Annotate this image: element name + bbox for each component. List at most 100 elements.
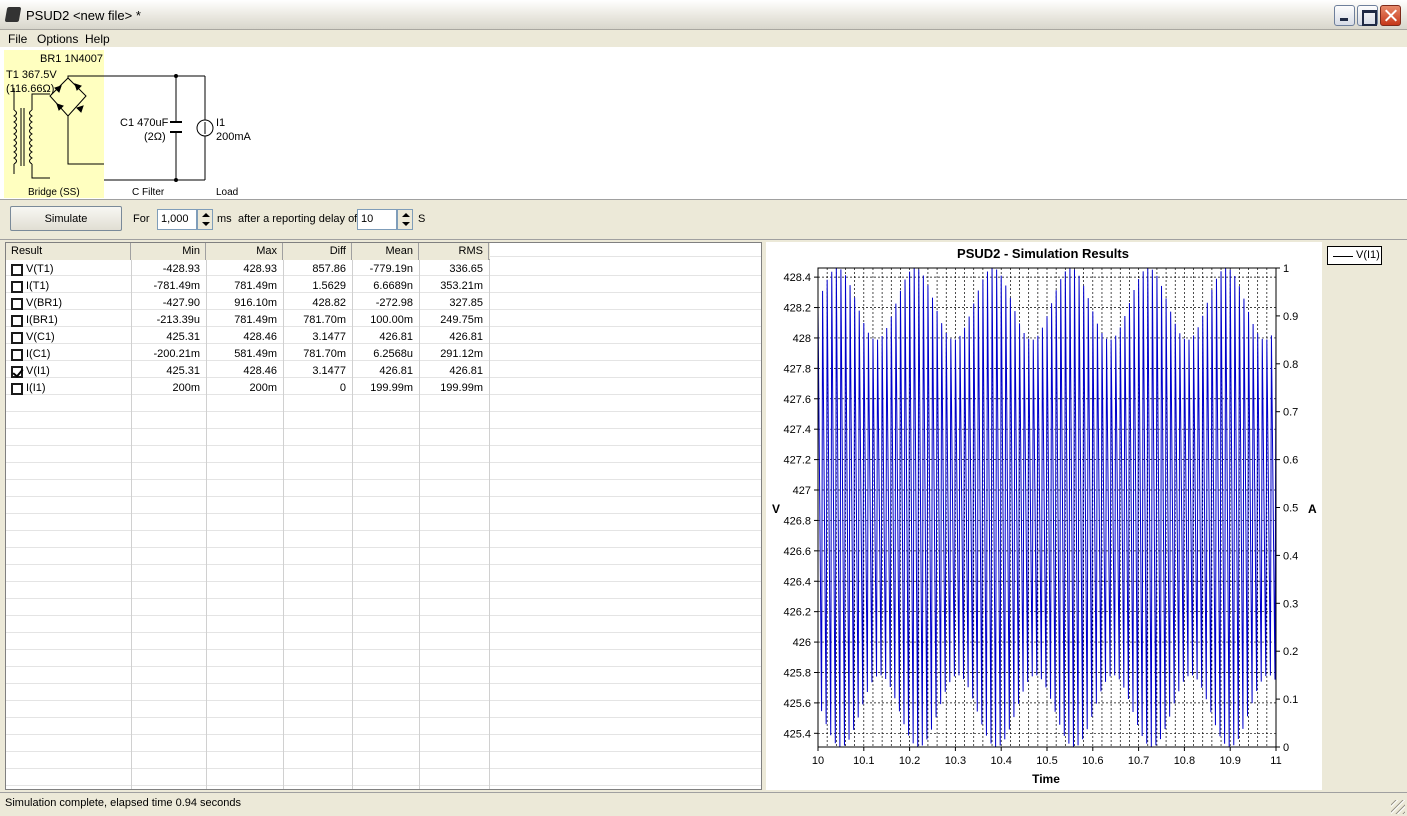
menu-help[interactable]: Help xyxy=(85,32,110,46)
cell-rms: 199.99m xyxy=(440,382,483,394)
y-tick-label: 426.2 xyxy=(783,607,811,619)
section-load: Load xyxy=(216,187,238,198)
delay-spinner[interactable] xyxy=(397,209,413,230)
cell-name: V(I1) xyxy=(26,365,50,377)
y2-tick-label: 0.5 xyxy=(1283,503,1298,515)
minimize-button[interactable] xyxy=(1334,5,1355,26)
x-tick-label: 10.7 xyxy=(1128,755,1149,767)
x-tick-label: 10.9 xyxy=(1219,755,1240,767)
cell-mean: -272.98 xyxy=(375,297,413,309)
x-tick-label: 11 xyxy=(1270,755,1281,767)
header-rms[interactable]: RMS xyxy=(419,243,489,260)
status-bar: Simulation complete, elapsed time 0.94 s… xyxy=(0,792,1407,816)
cell-max: 781.49m xyxy=(234,314,277,326)
chart-title: PSUD2 - Simulation Results xyxy=(957,246,1129,261)
x-tick-label: 10.6 xyxy=(1082,755,1103,767)
legend-swatch xyxy=(1333,256,1353,257)
legend-label: V(I1) xyxy=(1356,249,1380,261)
cell-min: -427.90 xyxy=(162,297,200,309)
cell-rms: 291.12m xyxy=(440,348,483,360)
table-row[interactable]: V(C1) 425.31 428.46 3.1477 426.81 426.81 xyxy=(6,329,490,346)
y-tick-label: 427.8 xyxy=(783,363,811,375)
duration-unit: ms xyxy=(217,213,232,225)
table-row[interactable]: V(I1) 425.31 428.46 3.1477 426.81 426.81 xyxy=(6,363,490,380)
x-axis-label: Time xyxy=(1032,772,1060,786)
current-source-icon xyxy=(196,76,214,180)
menu-file[interactable]: File xyxy=(8,32,27,46)
cell-diff: 0 xyxy=(339,382,346,394)
cell-rms: 336.65 xyxy=(449,263,483,275)
x-tick-label: 10.5 xyxy=(1036,755,1057,767)
menu-options[interactable]: Options xyxy=(37,32,78,46)
resize-grip[interactable] xyxy=(1391,800,1405,814)
x-tick-label: 10.3 xyxy=(945,755,966,767)
maximize-button[interactable] xyxy=(1357,5,1378,26)
delay-input[interactable]: 10 xyxy=(357,209,397,230)
y2-axis-label: A xyxy=(1308,502,1317,516)
window-title: PSUD2 <new file> * xyxy=(26,8,141,23)
cell-diff: 3.1477 xyxy=(312,365,346,377)
simulation-chart[interactable]: PSUD2 - Simulation Results Time V A 425.… xyxy=(766,242,1322,790)
header-result[interactable]: Result xyxy=(6,243,131,260)
table-row[interactable]: I(C1) -200.21m 581.49m 781.70m 6.2568u 291.12… xyxy=(6,346,490,363)
transformer-resistance: (116.66Ω) xyxy=(6,83,54,95)
table-row[interactable]: V(BR1) -427.90 916.10m 428.82 -272.98 327.85 xyxy=(6,295,490,312)
y2-tick-label: 0.6 xyxy=(1283,455,1298,467)
y-tick-label: 426 xyxy=(793,637,811,649)
table-row[interactable]: I(BR1) -213.39u 781.49m 781.70m 100.00m 249.7… xyxy=(6,312,490,329)
y2-tick-label: 0.9 xyxy=(1283,311,1298,323)
simulate-button[interactable]: Simulate xyxy=(10,206,122,231)
y-tick-label: 427.4 xyxy=(783,424,811,436)
cell-mean: 199.99m xyxy=(370,382,413,394)
duration-input[interactable]: 1,000 xyxy=(157,209,197,230)
status-text: Simulation complete, elapsed time 0.94 s… xyxy=(5,797,242,809)
y-tick-label: 428.2 xyxy=(783,303,811,315)
cell-max: 916.10m xyxy=(234,297,277,309)
title-bar: PSUD2 <new file> * xyxy=(0,0,1407,30)
cell-min: 425.31 xyxy=(166,331,200,343)
chart-panel: PSUD2 - Simulation Results Time V A 425.… xyxy=(766,242,1322,790)
cell-name: V(C1) xyxy=(26,331,55,343)
x-tick-label: 10 xyxy=(812,755,824,767)
y2-tick-label: 0.3 xyxy=(1283,598,1298,610)
cell-diff: 781.70m xyxy=(303,348,346,360)
close-button[interactable] xyxy=(1380,5,1401,26)
y2-tick-label: 1 xyxy=(1283,263,1289,275)
cell-mean: -779.19n xyxy=(369,263,413,275)
y-tick-label: 427.2 xyxy=(783,455,811,467)
cell-diff: 3.1477 xyxy=(312,331,346,343)
header-diff[interactable]: Diff xyxy=(283,243,352,260)
y2-tick-label: 0.1 xyxy=(1283,694,1298,706)
cell-min: 425.31 xyxy=(166,365,200,377)
cell-name: I(C1) xyxy=(26,348,51,360)
table-row[interactable]: I(I1) 200m 200m 0 199.99m 199.99m xyxy=(6,380,490,397)
cell-min: -200.21m xyxy=(153,348,200,360)
app-icon xyxy=(4,7,22,22)
capacitor-value: C1 470uF xyxy=(120,117,169,129)
x-tick-label: 10.4 xyxy=(990,755,1011,767)
cell-rms: 327.85 xyxy=(449,297,483,309)
table-row[interactable]: V(T1) -428.93 428.93 857.86 -779.19n 336.65 xyxy=(6,261,490,278)
load-value: 200mA xyxy=(216,131,252,143)
for-label: For xyxy=(133,213,150,225)
header-min[interactable]: Min xyxy=(131,243,206,260)
y2-tick-label: 0 xyxy=(1283,742,1289,754)
y2-tick-label: 0.7 xyxy=(1283,407,1298,419)
capacitor-resistance: (2Ω) xyxy=(144,131,166,143)
header-max[interactable]: Max xyxy=(206,243,283,260)
y-tick-label: 427 xyxy=(793,485,811,497)
legend[interactable]: V(I1) xyxy=(1327,246,1382,265)
table-row[interactable]: I(T1) -781.49m 781.49m 1.5629 6.6689n 353.21m xyxy=(6,278,490,295)
cell-max: 428.46 xyxy=(243,331,277,343)
transformer-voltage: T1 367.5V xyxy=(6,69,57,81)
duration-spinner[interactable] xyxy=(197,209,213,230)
simulation-toolbar: Simulate For 1,000 ms after a reporting … xyxy=(0,200,1407,240)
y2-tick-label: 0.4 xyxy=(1283,550,1298,562)
y-tick-label: 427.6 xyxy=(783,394,811,406)
cell-mean: 426.81 xyxy=(379,331,413,343)
cell-max: 428.46 xyxy=(243,365,277,377)
y2-tick-label: 0.2 xyxy=(1283,646,1298,658)
header-mean[interactable]: Mean xyxy=(352,243,419,260)
y-tick-label: 426.8 xyxy=(783,515,811,527)
y-tick-label: 428 xyxy=(793,333,811,345)
